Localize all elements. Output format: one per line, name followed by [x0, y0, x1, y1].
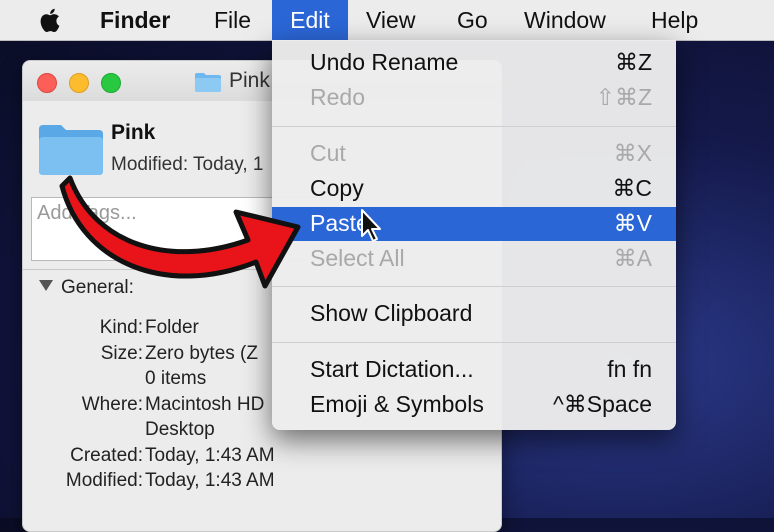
- window-title: Pink: [229, 69, 270, 92]
- menu-item-label: Redo: [310, 84, 365, 110]
- menu-item-start-dictation[interactable]: Start Dictation... fn fn: [272, 353, 676, 387]
- menu-item-shortcut: ⇧⌘Z: [595, 84, 652, 110]
- close-button[interactable]: [37, 73, 57, 93]
- menu-item-label: Select All: [310, 245, 405, 271]
- info-value: Macintosh HD: [145, 394, 265, 415]
- menu-item-label: Show Clipboard: [310, 300, 473, 326]
- menu-item-copy[interactable]: Copy ⌘C: [272, 172, 676, 206]
- menu-item-redo: Redo ⇧⌘Z: [272, 81, 676, 115]
- menu-help[interactable]: Help: [651, 0, 698, 40]
- info-value: Today, 1:43 AM: [145, 470, 275, 491]
- disclosure-triangle-icon: [39, 280, 53, 291]
- file-name: Pink: [111, 121, 156, 144]
- menu-item-cut: Cut ⌘X: [272, 137, 676, 171]
- large-folder-icon: [39, 125, 103, 175]
- menu-view[interactable]: View: [366, 0, 415, 40]
- menu-item-label: Cut: [310, 140, 346, 166]
- folder-icon: [195, 73, 221, 92]
- menu-item-label: Undo Rename: [310, 49, 459, 75]
- info-label: Kind:: [99, 317, 143, 338]
- apple-icon[interactable]: [38, 6, 66, 34]
- menu-app-finder[interactable]: Finder: [100, 0, 170, 40]
- menu-item-show-clipboard[interactable]: Show Clipboard: [272, 297, 676, 331]
- menu-separator: [272, 126, 676, 127]
- info-label: Created:: [70, 445, 143, 466]
- menu-bar: Finder File Edit View Go Window Help: [0, 0, 774, 41]
- edit-menu: Undo Rename ⌘Z Redo ⇧⌘Z Cut ⌘X Copy ⌘C P…: [272, 40, 676, 430]
- menu-separator: [272, 342, 676, 343]
- file-modified: Modified: Today, 1: [111, 154, 264, 175]
- menu-file[interactable]: File: [214, 0, 251, 40]
- info-value: Desktop: [145, 419, 215, 440]
- menu-item-shortcut: ⌘C: [612, 175, 652, 201]
- menu-window[interactable]: Window: [524, 0, 606, 40]
- menu-item-emoji-symbols[interactable]: Emoji & Symbols ^⌘Space: [272, 388, 676, 422]
- info-value: Zero bytes (Z: [145, 343, 258, 364]
- general-label: General:: [61, 277, 134, 298]
- tags-placeholder: Add Tags...: [37, 202, 137, 224]
- info-value: Folder: [145, 317, 199, 338]
- menu-item-shortcut: ^⌘Space: [552, 391, 652, 417]
- menu-item-shortcut: ⌘A: [613, 245, 652, 271]
- mouse-cursor-icon: [361, 209, 381, 242]
- menu-item-shortcut: ⌘Z: [614, 49, 652, 75]
- menu-separator: [272, 286, 676, 287]
- menu-item-label: Emoji & Symbols: [310, 391, 484, 417]
- info-value: 0 items: [145, 368, 207, 389]
- info-value: Today, 1:43 AM: [145, 445, 275, 466]
- menu-item-shortcut: ⌘X: [613, 140, 652, 166]
- menu-item-select-all: Select All ⌘A: [272, 242, 676, 276]
- menu-item-shortcut: ⌘V: [613, 210, 652, 236]
- menu-edit[interactable]: Edit: [272, 0, 348, 40]
- minimize-button[interactable]: [69, 73, 89, 93]
- menu-item-shortcut: fn fn: [607, 356, 652, 382]
- menu-item-undo-rename[interactable]: Undo Rename ⌘Z: [272, 46, 676, 80]
- info-label: Where:: [81, 394, 143, 415]
- info-label: Modified:: [65, 470, 143, 491]
- general-section-toggle[interactable]: General:: [39, 277, 134, 299]
- menu-go[interactable]: Go: [457, 0, 488, 40]
- menu-item-label: Start Dictation...: [310, 356, 474, 382]
- menu-item-paste[interactable]: Paste ⌘V: [272, 207, 676, 241]
- zoom-button[interactable]: [101, 73, 121, 93]
- info-label: Size:: [100, 343, 143, 364]
- menu-item-label: Copy: [310, 175, 364, 201]
